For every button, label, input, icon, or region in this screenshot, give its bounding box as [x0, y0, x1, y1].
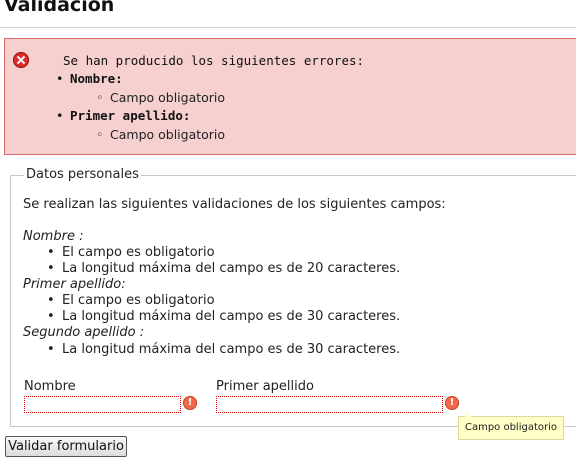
- error-field-nombre: Nombre:: [56, 71, 123, 86]
- error-message: Se han producido los siguientes errores:: [63, 53, 365, 68]
- error-field-primer-apellido: Primer apellido:: [56, 108, 190, 123]
- error-x-icon: [13, 52, 29, 68]
- primer-apellido-label: Primer apellido: [216, 379, 314, 394]
- primer-apellido-input[interactable]: [216, 396, 443, 413]
- validation-rule: El campo es obligatorio: [47, 245, 215, 260]
- error-detail-nombre: Campo obligatorio: [96, 90, 225, 105]
- error-detail-primer-apellido: Campo obligatorio: [96, 127, 225, 142]
- validation-field-primer-apellido: Primer apellido:: [23, 277, 126, 292]
- error-summary-box: Se han producido los siguientes errores:: [4, 38, 576, 155]
- validation-rule: La longitud máxima del campo es de 20 ca…: [47, 261, 400, 276]
- validation-rule: La longitud máxima del campo es de 30 ca…: [47, 309, 400, 324]
- nombre-label: Nombre: [24, 379, 76, 394]
- warning-exclamation-icon: !: [183, 396, 197, 410]
- nombre-input[interactable]: [24, 396, 181, 413]
- page-title: Validacion: [4, 0, 115, 16]
- validation-field-nombre: Nombre :: [23, 229, 84, 244]
- validation-field-segundo-apellido: Segundo apellido :: [23, 325, 145, 340]
- validation-intro: Se realizan las siguientes validaciones …: [23, 197, 446, 212]
- title-divider: [0, 27, 576, 28]
- validation-rule: El campo es obligatorio: [47, 293, 215, 308]
- validation-tooltip: Campo obligatorio: [458, 410, 564, 440]
- fieldset-legend: Datos personales: [24, 167, 141, 182]
- warning-exclamation-icon: !: [445, 396, 459, 410]
- validate-form-button[interactable]: Validar formulario: [5, 436, 127, 457]
- validation-rule: La longitud máxima del campo es de 30 ca…: [47, 342, 400, 357]
